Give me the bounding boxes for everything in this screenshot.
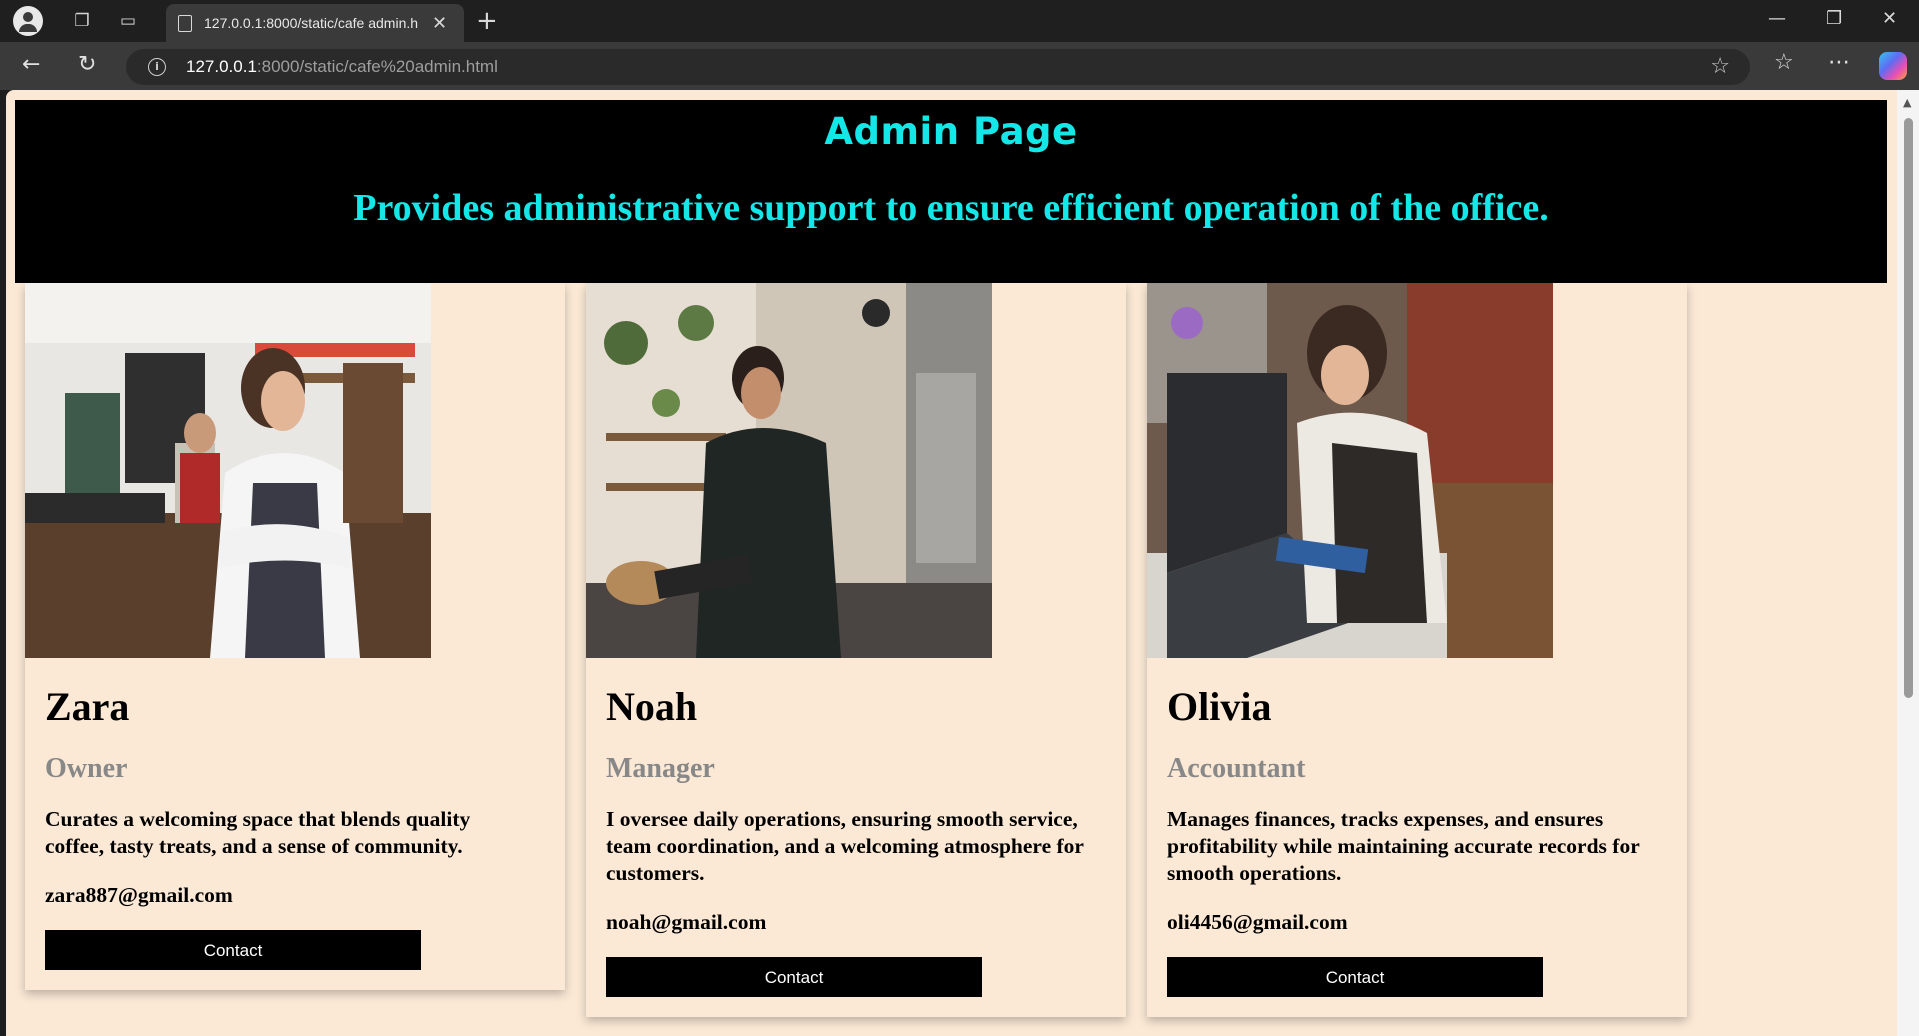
more-options-icon[interactable]: ⋯	[1828, 50, 1850, 75]
url-field[interactable]: i 127.0.0.1:8000/static/cafe%20admin.htm…	[126, 49, 1750, 85]
workspaces-icon[interactable]: ❐	[63, 6, 101, 36]
tab-cafe-admin[interactable]: 127.0.0.1:8000/static/cafe admin.h ✕	[166, 4, 464, 42]
tab-title: 127.0.0.1:8000/static/cafe admin.h	[204, 15, 419, 31]
document-icon	[178, 14, 192, 32]
staff-email: noah@gmail.com	[606, 910, 767, 934]
page-viewport: Admin Page Provides administrative suppo…	[6, 90, 1919, 1036]
refresh-icon[interactable]: ↻	[78, 52, 96, 77]
vertical-scrollbar[interactable]: ▲	[1897, 90, 1919, 1036]
vertical-tabs-icon[interactable]: ▭	[109, 6, 147, 36]
contact-button[interactable]: Contact	[45, 930, 421, 970]
site-info-icon[interactable]: i	[148, 58, 166, 76]
restore-icon[interactable]: ❐	[1826, 8, 1842, 29]
url-path: :8000/static/cafe%20admin.html	[256, 57, 498, 76]
staff-card-zara: Zara Owner Curates a welcoming space tha…	[25, 283, 565, 990]
staff-description: I oversee daily operations, ensuring smo…	[606, 807, 1084, 885]
page-title: Admin Page	[824, 110, 1078, 153]
staff-name: Zara	[45, 684, 130, 729]
staff-card-noah: Noah Manager I oversee daily operations,…	[586, 283, 1126, 1017]
staff-description: Curates a welcoming space that blends qu…	[45, 807, 471, 858]
staff-card-olivia: Olivia Accountant Manages finances, trac…	[1147, 283, 1687, 1017]
favorite-star-icon[interactable]: ☆	[1710, 54, 1730, 79]
contact-button[interactable]: Contact	[606, 957, 982, 997]
minimize-icon[interactable]: —	[1768, 8, 1786, 29]
olivia-photo	[1147, 283, 1553, 658]
contact-button[interactable]: Contact	[1167, 957, 1543, 997]
browser-titlebar: ❐ ▭ 127.0.0.1:8000/static/cafe admin.h ✕…	[0, 0, 1919, 42]
staff-role: Manager	[606, 753, 715, 784]
close-tab-icon[interactable]: ✕	[432, 13, 447, 34]
staff-description: Manages finances, tracks expenses, and e…	[1167, 807, 1640, 885]
scrollbar-thumb[interactable]	[1904, 118, 1913, 698]
zara-photo	[25, 283, 431, 658]
copilot-icon[interactable]	[1879, 52, 1907, 80]
scroll-up-arrow-icon[interactable]: ▲	[1903, 96, 1911, 109]
close-window-icon[interactable]: ✕	[1882, 8, 1897, 29]
staff-name: Olivia	[1167, 684, 1272, 729]
url-host: 127.0.0.1	[186, 57, 257, 76]
admin-header: Admin Page Provides administrative suppo…	[15, 100, 1887, 283]
profile-avatar-icon[interactable]	[13, 6, 43, 36]
new-tab-icon[interactable]: +	[476, 6, 498, 36]
favorites-icon[interactable]: ☆	[1774, 50, 1794, 75]
url-text: 127.0.0.1:8000/static/cafe%20admin.html	[186, 57, 498, 77]
page-subtitle: Provides administrative support to ensur…	[353, 187, 1549, 229]
staff-name: Noah	[606, 684, 698, 729]
staff-role: Owner	[45, 753, 128, 784]
address-bar-row: ← ↻ i 127.0.0.1:8000/static/cafe%20admin…	[0, 42, 1919, 90]
noah-photo	[586, 283, 992, 658]
staff-role: Accountant	[1167, 753, 1306, 784]
back-arrow-icon[interactable]: ←	[22, 52, 40, 77]
staff-email: zara887@gmail.com	[45, 883, 233, 907]
staff-email: oli4456@gmail.com	[1167, 910, 1348, 934]
